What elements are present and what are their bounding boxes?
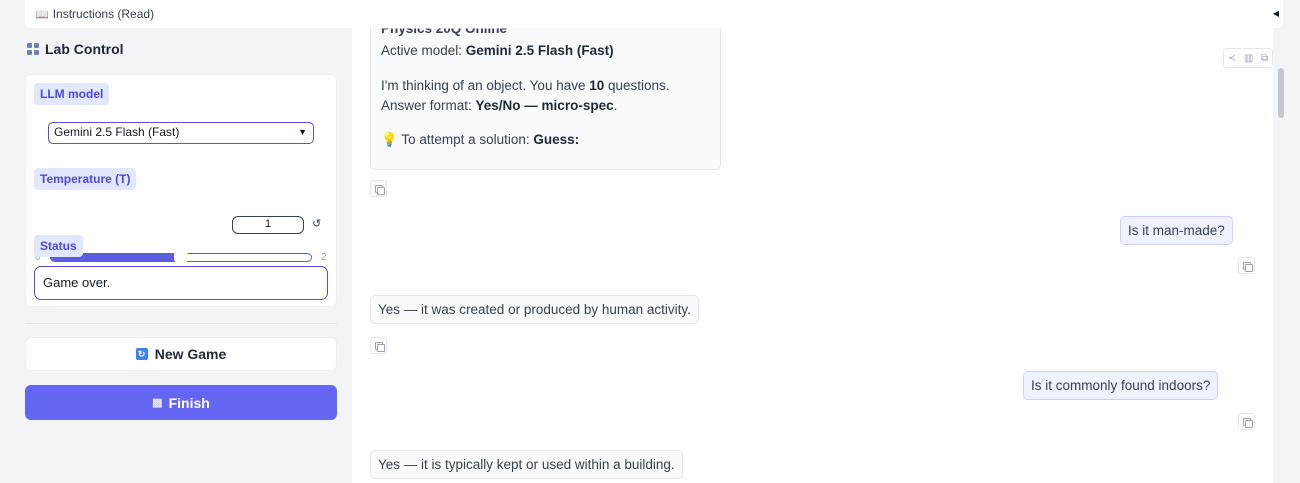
user-message: Is it commonly found indoors?	[1023, 371, 1219, 400]
book-icon: 📖	[35, 8, 49, 21]
finish-label: Finish	[168, 394, 210, 411]
temperature-input[interactable]: 1	[232, 216, 304, 234]
llm-model-value: Gemini 2.5 Flash (Fast)	[54, 125, 180, 139]
temperature-label: Temperature (T)	[34, 168, 137, 190]
active-model-line: Active model: Gemini 2.5 Flash (Fast)	[381, 43, 614, 58]
refresh-icon: ↻	[135, 348, 148, 360]
new-game-label: New Game	[154, 346, 227, 362]
intro-line-1: I'm thinking of an object. You have 10 q…	[381, 78, 670, 93]
bot-message: Yes — it was created or produced by huma…	[370, 295, 699, 324]
divider	[25, 323, 337, 324]
chat-area[interactable]: Physics 20Q Online Active model: Gemini …	[352, 28, 1273, 483]
slider-max-label: 2	[321, 252, 327, 263]
sidebar: Lab Control LLM model Gemini 2.5 Flash (…	[25, 28, 345, 483]
finish-button[interactable]: ▩ Finish	[25, 385, 337, 420]
reset-icon[interactable]: ↺	[312, 217, 321, 230]
copy-icon[interactable]	[370, 337, 387, 354]
share-icon[interactable]: ≺	[1228, 53, 1236, 64]
chevron-down-icon: ▼	[298, 127, 307, 137]
checkered-flag-icon: ▩	[152, 397, 163, 409]
trash-icon[interactable]: ▥	[1244, 53, 1253, 64]
lab-control-label: Lab Control	[45, 41, 124, 57]
temperature-slider[interactable]	[50, 249, 312, 265]
slider-thumb[interactable]	[174, 249, 188, 265]
instructions-accordion[interactable]: 📖 Instructions (Read) ◀	[25, 0, 1283, 28]
new-game-button[interactable]: ↻ New Game	[25, 337, 337, 371]
chat-toolbar: ≺ ▥ ⧉	[1223, 48, 1273, 68]
bot-message: Yes — it is typically kept or used withi…	[370, 450, 683, 479]
copy-icon[interactable]	[370, 180, 387, 197]
copy-icon[interactable]	[1238, 413, 1255, 430]
status-label: Status	[34, 235, 83, 257]
intro-line-2: Answer format: Yes/No — micro-spec.	[381, 98, 618, 113]
copy-icon[interactable]	[1238, 257, 1255, 274]
intro-header: Physics 20Q Online	[381, 28, 508, 37]
status-field[interactable]: Game over.	[34, 266, 328, 300]
instructions-label: Instructions (Read)	[52, 7, 155, 21]
lab-control-title: Lab Control	[27, 41, 124, 57]
intro-hint: 💡 To attempt a solution: Guess:	[381, 132, 580, 147]
grid-icon	[27, 43, 39, 55]
llm-model-select[interactable]: Gemini 2.5 Flash (Fast) ▼	[48, 122, 314, 144]
scrollbar-thumb[interactable]	[1278, 68, 1284, 118]
collapse-caret-icon[interactable]: ◀	[1273, 9, 1279, 18]
copy-all-icon[interactable]: ⧉	[1261, 53, 1268, 64]
lightbulb-icon: 💡	[381, 132, 398, 147]
intro-message: Physics 20Q Online Active model: Gemini …	[370, 28, 721, 170]
settings-panel: LLM model Gemini 2.5 Flash (Fast) ▼ Temp…	[25, 74, 337, 307]
user-message: Is it man-made?	[1120, 216, 1233, 245]
llm-model-label: LLM model	[34, 83, 110, 105]
